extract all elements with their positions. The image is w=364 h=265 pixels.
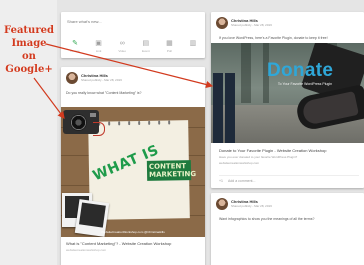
annotation-label: Featured Image on Google+ [4, 25, 54, 75]
post-infographics: Christina Hills Shared publicly - Mar 28… [211, 193, 364, 265]
poll-icon: ▥ [189, 40, 197, 47]
share-actions: ✎ Photos ▣ Link ∞ Video ▤ Event ▦ Poll ▥ [67, 40, 201, 54]
plus-one-button[interactable]: +1 [219, 179, 223, 183]
post-body: Do you really know what "Content Marketi… [66, 91, 142, 95]
link-description: Have you ever donated to your favorite W… [219, 155, 298, 159]
avatar[interactable] [66, 72, 78, 84]
post-time[interactable]: Shared publicly - Mar 28, 2016 [81, 78, 122, 83]
share-action-label: Link [95, 49, 102, 53]
post-action-bar: +1 Add a comment... [219, 175, 359, 183]
image-subheadline: To Your Favorite WordPress Plugin [277, 82, 333, 86]
share-box: Share what's new... ✎ Photos ▣ Link ∞ Vi… [61, 12, 205, 58]
share-action-label: Video [118, 49, 126, 53]
camera-icon: ▣ [95, 40, 102, 47]
share-action-pencil[interactable]: ✎ Photos [67, 40, 83, 54]
link-domain[interactable]: websitecreationworkshop.com [66, 248, 106, 252]
link-title[interactable]: What is "Content Marketing"? - Website C… [66, 241, 171, 246]
avatar[interactable] [216, 198, 228, 210]
share-action-poll[interactable]: ▥ [185, 40, 201, 54]
video-icon: ▤ [142, 40, 150, 47]
post-header: Christina Hills Shared publicly - Mar 28… [216, 198, 272, 210]
annotation-area: Featured Image on Google+ [0, 0, 57, 265]
share-action-label: Photos [70, 49, 80, 53]
post-body: Want infographics to show you the meanin… [219, 217, 315, 221]
post-content-marketing: Christina Hills Shared publicly - Mar 28… [61, 67, 205, 265]
image-headline-content-marketing: CONTENT MARKETING [146, 160, 196, 181]
post-meta: Christina Hills Shared publicly - Mar 28… [81, 73, 122, 83]
person-graphic [213, 73, 235, 143]
share-action-event[interactable]: ▦ Poll [161, 40, 177, 54]
post-meta: Christina Hills Shared publicly - Mar 28… [231, 18, 272, 28]
share-action-video[interactable]: ▤ Event [138, 40, 154, 54]
share-input[interactable]: Share what's new... [65, 17, 201, 27]
post-time[interactable]: Shared publicly - Mar 28, 2016 [231, 204, 272, 209]
post-body: If you love WordPress, here's a Favorite… [219, 36, 328, 40]
post-time[interactable]: Shared publicly - Mar 28, 2016 [231, 23, 272, 28]
post-meta: Christina Hills Shared publicly - Mar 28… [231, 199, 272, 209]
post-header: Christina Hills Shared publicly - Mar 28… [66, 72, 122, 84]
featured-image[interactable]: Donate To Your Favorite WordPress Plugin [211, 43, 364, 143]
link-icon: ∞ [119, 40, 125, 47]
link-title[interactable]: Donate to Your Favorite Plugin - Website… [219, 148, 326, 153]
camera-graphic [63, 110, 105, 136]
link-domain[interactable]: websitecreationworkshop.com [219, 161, 259, 165]
share-action-label: Event [141, 49, 150, 53]
featured-image[interactable]: WHAT IS CONTENT MARKETING WebsiteCreatio… [61, 107, 205, 237]
share-action-photo[interactable]: ▣ Link [91, 40, 107, 54]
post-donate: Christina Hills Shared publicly - Mar 28… [211, 12, 364, 188]
share-action-link[interactable]: ∞ Video [114, 40, 130, 54]
image-caption: WebsiteCreationWorkshop.com @ChristinaHi… [101, 230, 165, 234]
comment-input[interactable]: Add a comment... [228, 179, 255, 183]
pencil-icon: ✎ [72, 40, 78, 47]
post-header: Christina Hills Shared publicly - Mar 28… [216, 17, 272, 29]
share-action-label: Poll [166, 49, 172, 53]
avatar[interactable] [216, 17, 228, 29]
event-icon: ▦ [166, 40, 173, 47]
image-headline-donate: Donate [267, 60, 334, 81]
